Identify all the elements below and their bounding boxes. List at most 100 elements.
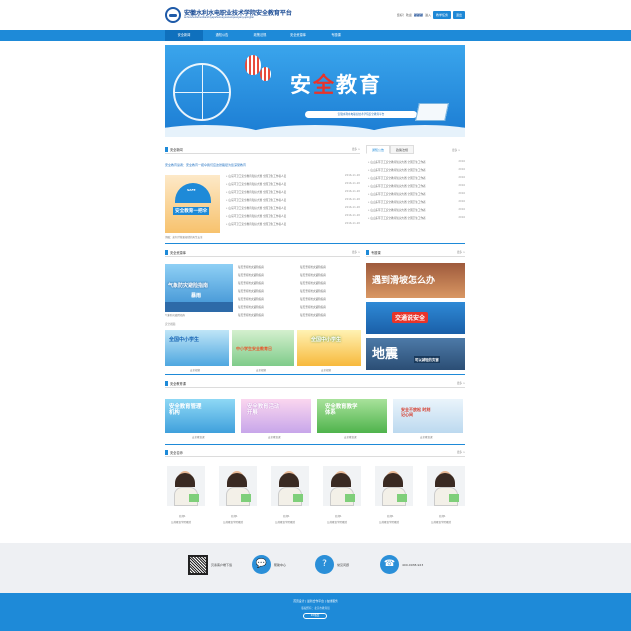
list-item[interactable]: 每天坚持防灾避险指南 bbox=[238, 289, 296, 297]
list-item[interactable]: • 山山东环卫工安全教育知识大赛 全国卫生工作者 2016 bbox=[368, 216, 465, 224]
resources-list-2: 每天坚持防灾避险指南 每天坚持防灾避险指南 每天坚持防灾避险指南 每天坚持防灾避险指南… bbox=[300, 265, 358, 321]
list-item-date: 2016-11-20 bbox=[344, 182, 360, 185]
list-item-title: 每天坚持防灾避险指南 bbox=[238, 274, 264, 277]
question-icon: ? bbox=[315, 555, 334, 574]
news-headline[interactable]: 安全教育读者：安全教育一把伞我们应这张路径为您深受教育 bbox=[165, 163, 246, 167]
teacher-photo[interactable] bbox=[219, 466, 257, 506]
list-item[interactable]: • 山东环卫工安全教育知识大赛 全国卫生工作者人员 2016-11-20 bbox=[226, 214, 360, 222]
teachers-more-link[interactable]: 更多 > bbox=[457, 450, 465, 454]
footer-copyright: 版权所有：北京市教育局 bbox=[301, 607, 330, 610]
list-item[interactable]: • 山东环卫工安全教育知识大赛 全国卫生工作者人员 2016-11-20 bbox=[226, 182, 360, 190]
list-item[interactable]: • 山山东环卫工安全教育知识大赛 全国卫生工作者 2016 bbox=[368, 208, 465, 216]
nav-item-news[interactable]: 安全新闻 bbox=[165, 30, 203, 41]
footer-phone[interactable]: ☎ 400-0938-923 bbox=[380, 555, 423, 574]
edu-caption-4: 安全教育课 bbox=[420, 436, 433, 439]
nav-item-resources[interactable]: 安全资源库 bbox=[279, 30, 317, 41]
topics-more-link[interactable]: 更多 > bbox=[457, 250, 465, 254]
tab-notice[interactable]: 通知公告 bbox=[366, 145, 391, 154]
teacher-desc: 公共教育学院教授 bbox=[379, 521, 400, 524]
news-more-link[interactable]: 更多 > bbox=[352, 147, 360, 151]
edu-more-link[interactable]: 更多 > bbox=[457, 381, 465, 385]
list-item[interactable]: 每天坚持防灾避险指南 bbox=[300, 313, 358, 321]
teacher-photo[interactable] bbox=[323, 466, 361, 506]
footer-links[interactable]: 首页设计 | 最新合作平台 | 在线服务 bbox=[0, 599, 631, 603]
list-item[interactable]: 每天坚持防灾避险指南 bbox=[238, 281, 296, 289]
hero-banner[interactable]: 安全教育 安徽水利水电职业技术学院安全教育平台 bbox=[165, 45, 465, 137]
list-item[interactable]: • 山山东环卫工安全教育知识大赛 全国卫生工作者 2016 bbox=[368, 160, 465, 168]
topic-thumb-3[interactable]: 地震 可以减轻的灾害 bbox=[366, 338, 465, 370]
list-item[interactable]: • 山山东环卫工安全教育知识大赛 全国卫生工作者 2016 bbox=[368, 200, 465, 208]
nav-item-topics[interactable]: 专题课 bbox=[317, 30, 355, 41]
list-item[interactable]: • 山山东环卫工安全教育知识大赛 全国卫生工作者 2016 bbox=[368, 168, 465, 176]
list-item-title: 每天坚持防灾避险指南 bbox=[238, 306, 264, 309]
list-item[interactable]: • 山东环卫工安全教育知识大赛 全国卫生工作者人员 2016-11-20 bbox=[226, 222, 360, 230]
list-item[interactable]: • 山东环卫工安全教育知识大赛 全国卫生工作者人员 2016-11-20 bbox=[226, 174, 360, 182]
list-item[interactable]: 每天坚持防灾避险指南 bbox=[300, 289, 358, 297]
video-caption-1: 安全视频 bbox=[190, 369, 201, 372]
footer-help[interactable]: 💬 帮助中心 bbox=[252, 555, 286, 574]
edu-thumb-2[interactable]: 安全教育活动开展 bbox=[241, 399, 311, 433]
list-item[interactable]: • 山东环卫工安全教育知识大赛 全国卫生工作者人员 2016-11-20 bbox=[226, 206, 360, 214]
study-task-button[interactable]: 教学任务 bbox=[432, 11, 451, 19]
list-item[interactable]: 每天坚持防灾避险指南 bbox=[300, 273, 358, 281]
resources-more-link[interactable]: 更多 > bbox=[352, 250, 360, 254]
footer-services: 贝塞客户端下载 💬 帮助中心 ? 常见问题 ☎ 400-0938-923 bbox=[0, 543, 631, 593]
edu-thumb-1[interactable]: 安全教育管理机构 bbox=[165, 399, 235, 433]
list-item-date: 2016 bbox=[458, 192, 465, 195]
list-item[interactable]: 每天坚持防灾避险指南 bbox=[238, 265, 296, 273]
list-item[interactable]: • 山东环卫工安全教育知识大赛 全国卫生工作者人员 2016-11-20 bbox=[226, 190, 360, 198]
list-item[interactable]: • 山山东环卫工安全教育知识大赛 全国卫生工作者 2016 bbox=[368, 192, 465, 200]
chat-icon: 💬 bbox=[252, 555, 271, 574]
teacher-photo[interactable] bbox=[271, 466, 309, 506]
cloud-shape bbox=[245, 125, 385, 137]
list-item-title: • 山东环卫工安全教育知识大赛 全国卫生工作者人员 bbox=[226, 183, 287, 186]
thumb-title: 气象防灾避险指南 bbox=[168, 283, 209, 289]
welcome-text: 您好！欢迎 bbox=[396, 13, 412, 17]
topic-thumb-2[interactable]: 交通说安全 bbox=[366, 302, 465, 334]
list-item[interactable]: 每天坚持防灾避险指南 bbox=[238, 273, 296, 281]
footer-icp-button[interactable]: ICP备案 bbox=[303, 613, 327, 619]
user-name[interactable]: 颜颜颜 bbox=[414, 13, 423, 17]
list-item[interactable]: • 山山东环卫工安全教育知识大赛 全国卫生工作者 2016 bbox=[368, 184, 465, 192]
list-item[interactable]: 每天坚持防灾避险指南 bbox=[300, 281, 358, 289]
list-item[interactable]: 每天坚持防灾避险指南 bbox=[238, 305, 296, 313]
video-thumb-2[interactable]: 中小学生安全教育日 bbox=[232, 330, 294, 366]
list-item[interactable]: • 山东环卫工安全教育知识大赛 全国卫生工作者人员 2016-11-20 bbox=[226, 198, 360, 206]
list-item-date: 2016 bbox=[458, 168, 465, 171]
video-thumb-3[interactable]: 全国中小学生 bbox=[297, 330, 361, 366]
teacher-photo[interactable] bbox=[167, 466, 205, 506]
notice-more-link[interactable]: 更多 > bbox=[452, 148, 460, 152]
nav-item-notice[interactable]: 通知公告 bbox=[203, 30, 241, 41]
logo-icon[interactable] bbox=[165, 7, 181, 23]
list-item[interactable]: 每天坚持防灾避险指南 bbox=[238, 313, 296, 321]
list-item[interactable]: 每天坚持防灾避险指南 bbox=[300, 297, 358, 305]
cloud-shape bbox=[365, 125, 465, 137]
list-item[interactable]: 每天坚持防灾避险指南 bbox=[300, 305, 358, 313]
nav-item-policy[interactable]: 政策法规 bbox=[241, 30, 279, 41]
list-item[interactable]: • 山山东环卫工安全教育知识大赛 全国卫生工作者 2016 bbox=[368, 176, 465, 184]
logout-button[interactable]: 退出 bbox=[452, 11, 465, 19]
news-thumbnail[interactable]: SAFE 安全教育一把伞 bbox=[165, 175, 220, 233]
list-item[interactable]: 每天坚持防灾避险指南 bbox=[238, 297, 296, 305]
teacher-photo[interactable] bbox=[427, 466, 465, 506]
topic-thumb-1[interactable]: 遇到滑坡怎么办 bbox=[366, 263, 465, 298]
edu-thumb-4[interactable]: 安全不放松 时刻记心间 bbox=[393, 399, 463, 433]
qr-code-icon bbox=[188, 555, 208, 575]
teacher-photo[interactable] bbox=[375, 466, 413, 506]
list-item-title: • 山东环卫工安全教育知识大赛 全国卫生工作者人员 bbox=[226, 207, 287, 210]
footer-qr[interactable]: 贝塞客户端下载 bbox=[188, 555, 232, 575]
tab-policy[interactable]: 政策法规 bbox=[390, 145, 415, 154]
list-item-title: • 山山东环卫工安全教育知识大赛 全国卫生工作者 bbox=[368, 201, 426, 204]
resources-thumbnail[interactable]: 气象防灾避险指南 暴雨 bbox=[165, 264, 233, 312]
list-item-title: • 山山东环卫工安全教育知识大赛 全国卫生工作者 bbox=[368, 185, 426, 188]
edu-thumb-3[interactable]: 安全教育教学体系 bbox=[317, 399, 387, 433]
login-link[interactable]: 进入 bbox=[425, 13, 431, 17]
teacher-desc: 公共教育学院教授 bbox=[223, 521, 244, 524]
teacher-desc: 公共教育学院教授 bbox=[327, 521, 348, 524]
list-item[interactable]: 每天坚持防灾避险指南 bbox=[300, 265, 358, 273]
video-thumb-1[interactable]: 全国中小学生 bbox=[165, 330, 229, 366]
list-item-title: 每天坚持防灾避险指南 bbox=[238, 266, 264, 269]
list-item-date: 2016-11-20 bbox=[344, 222, 360, 225]
footer-faq[interactable]: ? 常见问题 bbox=[315, 555, 349, 574]
notice-list: • 山山东环卫工安全教育知识大赛 全国卫生工作者 2016 • 山山东环卫工安全教育… bbox=[368, 160, 465, 224]
